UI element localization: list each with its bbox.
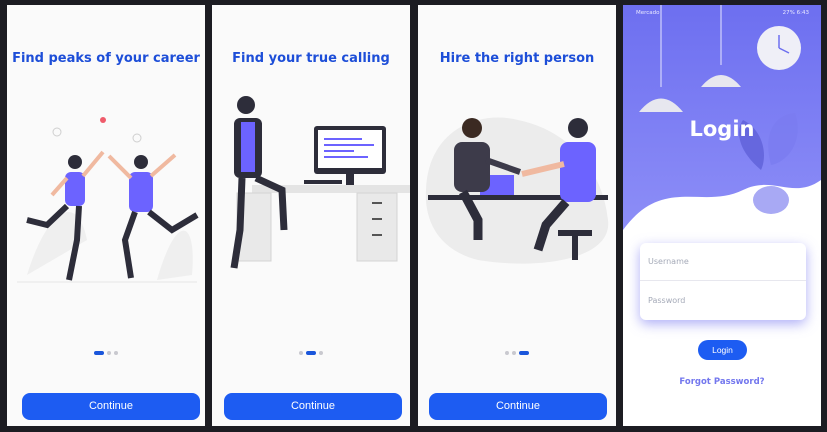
page-indicator (418, 351, 616, 355)
page-dot (505, 351, 509, 355)
password-field[interactable] (640, 281, 806, 319)
continue-button[interactable]: Continue (429, 393, 607, 420)
onboarding-screen-2: Find your true calling Continue (212, 5, 410, 426)
page-title: Login (689, 117, 755, 141)
page-dot (512, 351, 516, 355)
page-dot (107, 351, 111, 355)
onboarding-title: Find peaks of your career (12, 51, 200, 66)
page-indicator (7, 351, 205, 355)
login-form-card (640, 243, 806, 320)
onboarding-screen-3: Hire the right person Continue (418, 5, 616, 426)
continue-button[interactable]: Continue (22, 393, 200, 420)
continue-button[interactable]: Continue (224, 393, 402, 420)
page-indicator (212, 351, 410, 355)
login-screen: Mercado 27% 6:43 Login Login Forgot Pass… (623, 5, 821, 426)
desk-person-illustration (230, 96, 410, 269)
onboarding-title: Hire the right person (439, 51, 595, 66)
page-dot (114, 351, 118, 355)
page-dot (319, 351, 323, 355)
page-dot (299, 351, 303, 355)
onboarding-title: Find your true calling (232, 51, 390, 66)
carrier-label: Mercado (636, 10, 660, 16)
login-button[interactable]: Login (698, 340, 747, 360)
page-dot (94, 351, 104, 355)
page-dot (519, 351, 529, 355)
onboarding-screen-1: Find peaks of your career Continue (7, 5, 205, 426)
username-field[interactable] (640, 243, 806, 281)
forgot-password-link[interactable]: Forgot Password? (623, 377, 821, 387)
handshake-illustration (425, 117, 609, 264)
status-bar: Mercado 27% 6:43 (623, 8, 821, 20)
battery-time-label: 27% 6:43 (782, 10, 809, 16)
page-dot (306, 351, 316, 355)
dancing-people-illustration (17, 117, 199, 283)
